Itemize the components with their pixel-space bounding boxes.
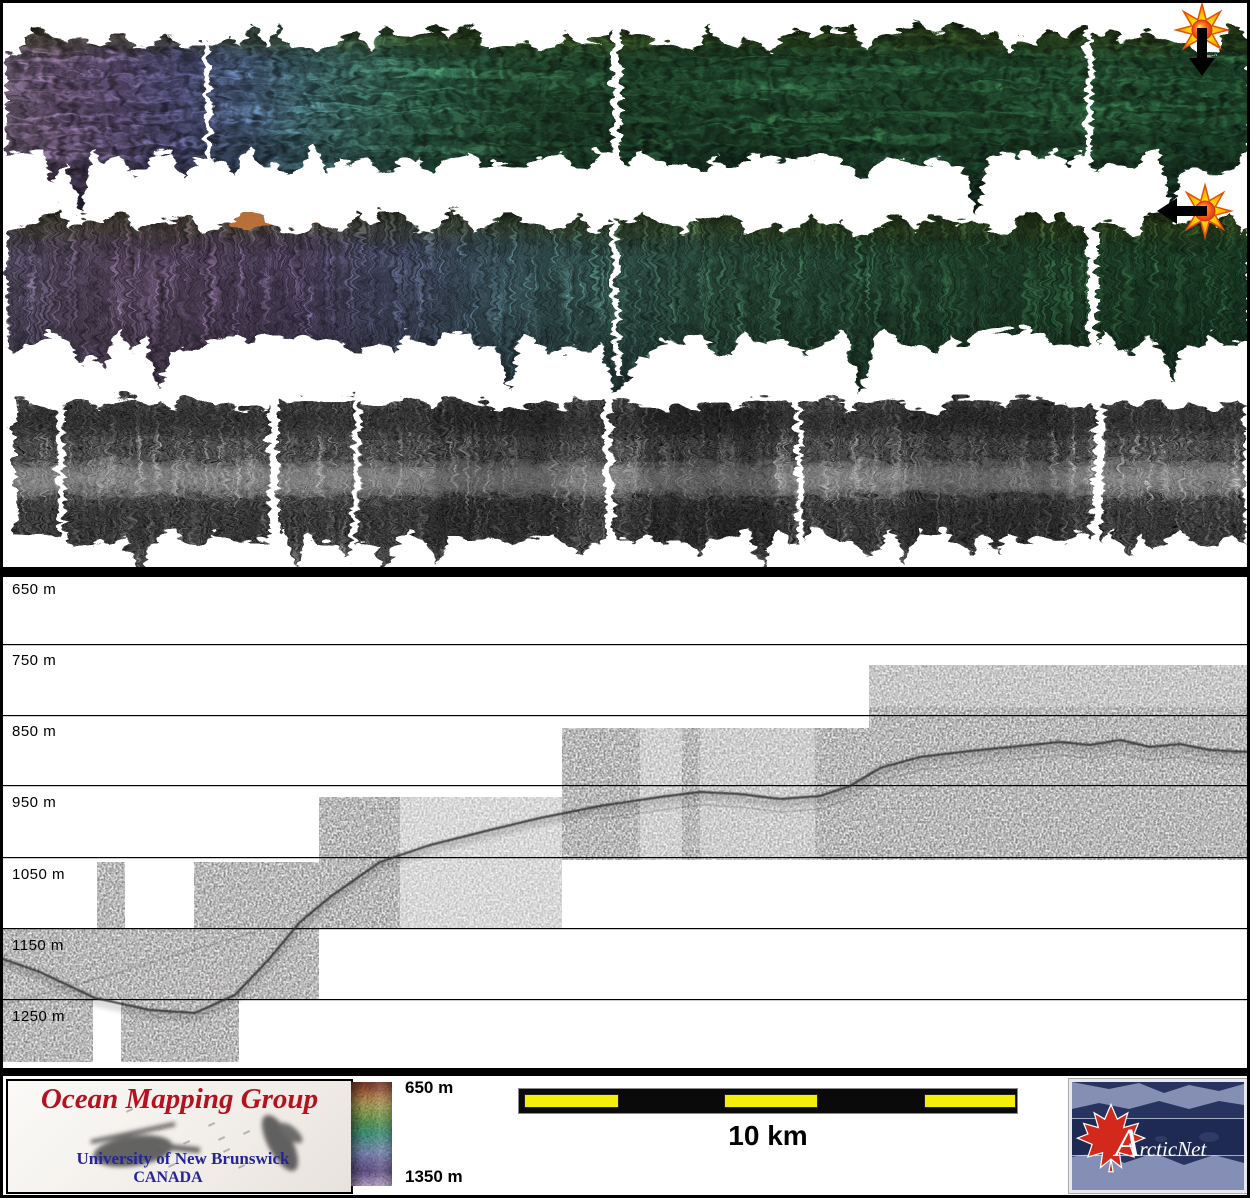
depth-axis-label: 1050 m (12, 866, 65, 883)
scale-bar-segment (524, 1094, 619, 1108)
depth-gridline (0, 999, 1250, 1000)
depth-gridline (0, 785, 1250, 786)
seismic-light-patch (400, 797, 562, 928)
depth-color-scale (351, 1082, 392, 1186)
bathymetry-strip-sun-north (3, 6, 1246, 214)
map-scale-bar (518, 1088, 1018, 1114)
swath-data-gap (609, 6, 618, 192)
omg-title: Ocean Mapping Group (8, 1083, 351, 1116)
seismic-light-patch (869, 665, 1250, 707)
depth-axis-label: 650 m (12, 581, 56, 598)
seismic-data-blocks (3, 665, 1250, 1062)
section-divider-bottom (0, 1068, 1250, 1076)
scale-bar-label: 10 km (518, 1120, 1018, 1152)
depth-axis-label: 750 m (12, 652, 56, 669)
colorbar-deep-label: 1350 m (405, 1167, 463, 1187)
swath-data-gap (265, 388, 274, 556)
depth-gridline (0, 644, 1250, 645)
subbottom-profile-panel: 650 m 750 m 850 m 950 m 1050 m 1150 m 1250 m (0, 577, 1250, 1068)
bathymetry-strip-sun-west (3, 194, 1246, 391)
survey-figure: 650 m 750 m 850 m 950 m 1050 m 1150 m 1250 m (0, 0, 1250, 1198)
omg-country: CANADA (38, 1169, 298, 1187)
depth-gridline (0, 857, 1250, 858)
arcticnet-wordmark: ArcticNet (1115, 1105, 1206, 1181)
figure-footer: Ocean Mapping Group University of New Br… (0, 1076, 1250, 1195)
depth-axis-label: 950 m (12, 794, 56, 811)
section-divider-top (0, 567, 1250, 577)
swath-data-gap (792, 388, 798, 556)
depth-axis-label: 1150 m (12, 937, 64, 954)
swath-data-gap (1084, 194, 1093, 374)
depth-gridline (0, 928, 1250, 929)
ocean-mapping-group-logo: Ocean Mapping Group University of New Br… (6, 1079, 353, 1194)
subbottom-profile-plot (0, 577, 1250, 1068)
scale-bar-segment (724, 1094, 818, 1108)
depth-gridline (0, 715, 1250, 716)
sonar-swath-strips (0, 0, 1250, 572)
omg-subtitle: University of New Brunswick (38, 1149, 328, 1169)
colorbar-shallow-label: 650 m (405, 1078, 453, 1098)
depth-axis-label: 1250 m (12, 1008, 65, 1025)
scale-bar-segment (924, 1094, 1016, 1108)
depth-axis-label: 850 m (12, 723, 56, 740)
backscatter-strip (3, 388, 1246, 572)
arcticnet-logo: ArcticNet (1068, 1078, 1248, 1194)
